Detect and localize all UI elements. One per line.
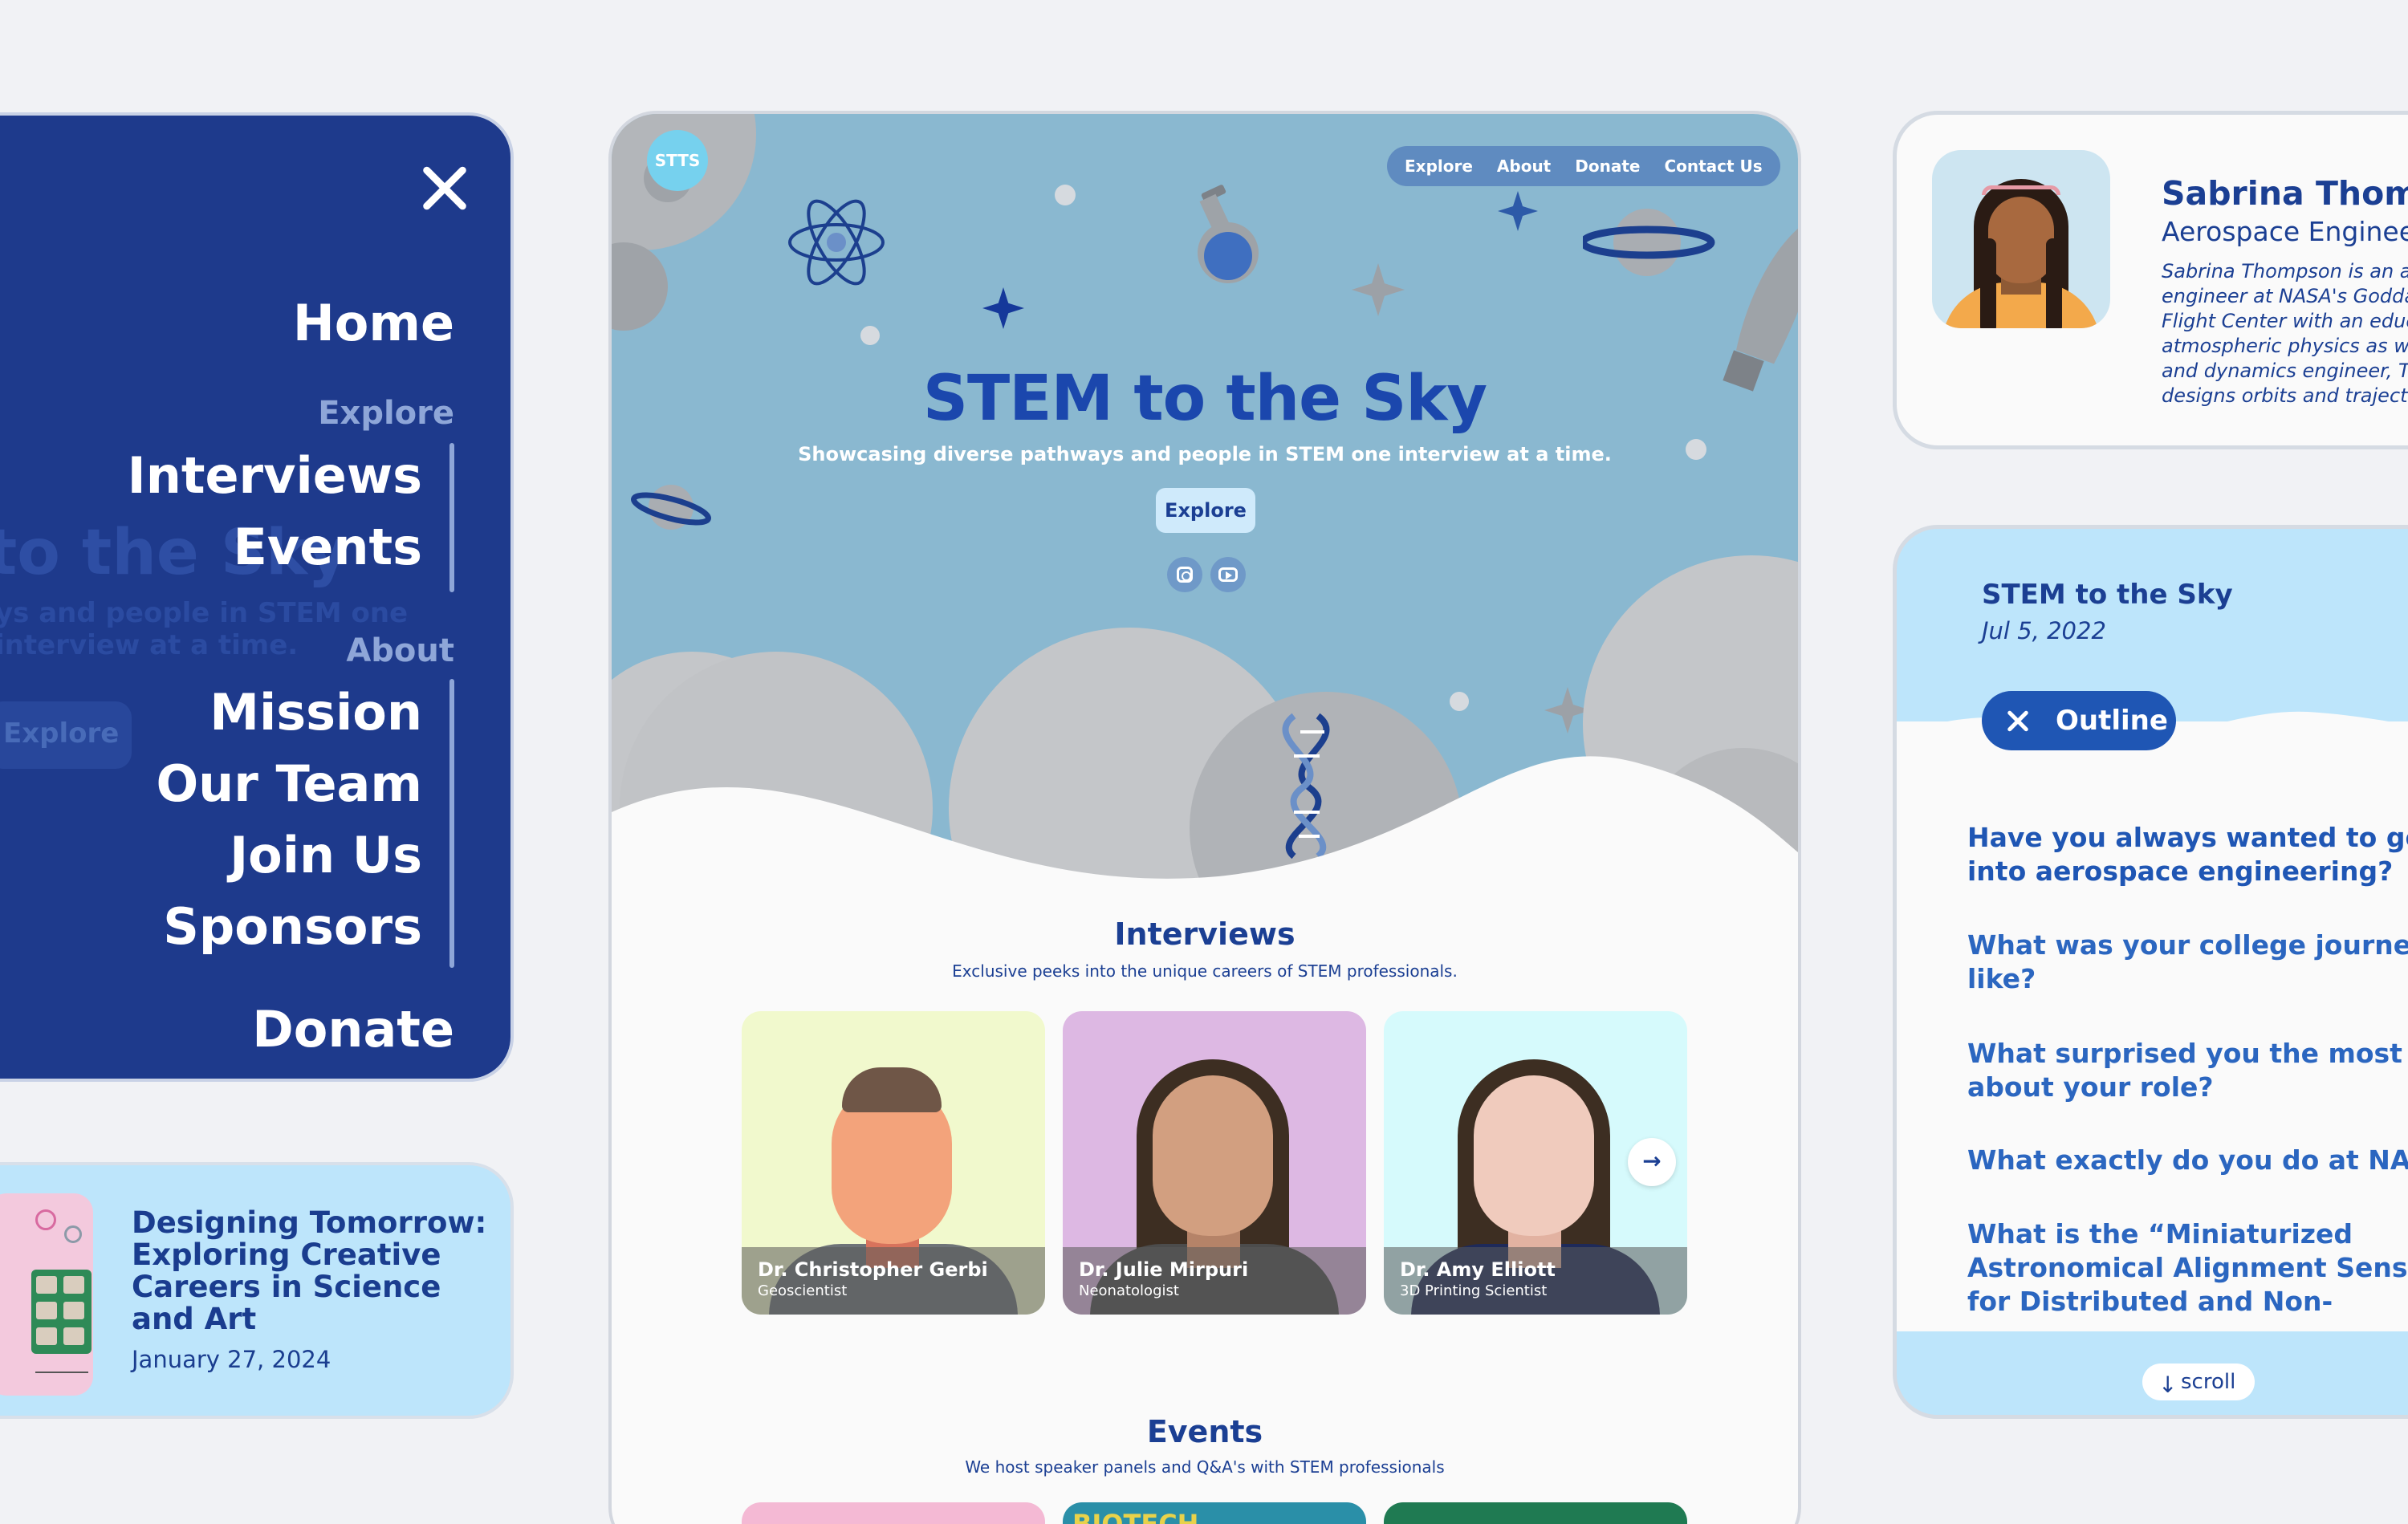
topnav-donate[interactable]: Donate [1575, 156, 1640, 176]
card-caption: Dr. Amy Elliott 3D Printing Scientist [1384, 1247, 1687, 1315]
bio-line: engineer at NASA's Goddard Space [2162, 285, 2408, 307]
hero-wave [612, 756, 1798, 916]
outline-date: Jul 5, 2022 [1982, 617, 2106, 644]
sparkle-icon [1352, 263, 1405, 316]
outline-panel: STEM to the Sky Jul 5, 2022 Outline Have… [1893, 525, 2408, 1419]
site-preview: STTS Explore About Donate Contact Us STE… [608, 111, 1801, 1524]
event-strip[interactable]: BIOTECH [1063, 1502, 1366, 1524]
profile-card: Sabrina Thompson Aerospace Engineer Sabr… [1893, 111, 2408, 449]
nav-item-home[interactable]: Home [293, 294, 454, 352]
profile-name: Sabrina Thompson [2162, 174, 2408, 213]
instagram-icon[interactable] [1167, 557, 1202, 592]
profile-role: Aerospace Engineer [2162, 216, 2408, 247]
card-role: 3D Printing Scientist [1400, 1282, 1548, 1299]
avatar [1474, 1075, 1594, 1236]
avatar-face [1988, 197, 2054, 283]
arrow-right-icon[interactable]: → [1628, 1138, 1676, 1186]
hero-explore-button[interactable]: Explore [1156, 488, 1255, 533]
outline-question[interactable]: What is the “Miniaturized Astronomical A… [1967, 1217, 2408, 1319]
card-name: Dr. Julie Mirpuri [1079, 1258, 1249, 1281]
scroll-label: scroll [2181, 1370, 2236, 1394]
avatar-hair [842, 1067, 942, 1112]
flask-icon [1198, 185, 1259, 283]
saturn-icon [1583, 209, 1715, 276]
topnav-about[interactable]: About [1497, 156, 1551, 176]
outline-title: STEM to the Sky [1982, 579, 2233, 611]
nav-group-divider [449, 443, 454, 592]
interview-card[interactable]: Dr. Julie Mirpuri Neonatologist [1063, 1011, 1366, 1315]
youtube-icon[interactable] [1210, 557, 1246, 592]
atom-icon [788, 199, 885, 286]
star-dot [1055, 185, 1076, 205]
bio-line: Sabrina Thompson is an aerospace [2162, 260, 2408, 282]
avatar-hair [2046, 238, 2062, 328]
sparkle-icon [982, 287, 1024, 329]
site-logo[interactable]: STTS [647, 130, 708, 191]
card-role: Neonatologist [1079, 1282, 1179, 1299]
event-card[interactable]: Designing Tomorrow: Exploring Creative C… [0, 1162, 514, 1419]
star-dot [860, 326, 880, 345]
flower-icon [35, 1209, 56, 1230]
hint-button: Explore [0, 701, 132, 769]
nav-item-events[interactable]: Events [234, 518, 423, 576]
outline-question[interactable]: What was your college journey like? [1967, 929, 2408, 996]
interviews-title: Interviews [1114, 916, 1296, 952]
arrow-down-icon: ↓ [2158, 1372, 2178, 1398]
card-caption: Dr. Christopher Gerbi Geoscientist [742, 1247, 1045, 1315]
nav-item-sponsors[interactable]: Sponsors [163, 897, 422, 956]
nav-group-about[interactable]: About [346, 632, 454, 669]
avatar [1932, 150, 2110, 328]
interview-card[interactable]: Dr. Christopher Gerbi Geoscientist [742, 1011, 1045, 1315]
outline-toggle-button[interactable]: Outline [1982, 691, 2176, 750]
outline-question[interactable]: What surprised you the most about your r… [1967, 1037, 2408, 1104]
planet-icon [64, 1225, 82, 1243]
top-nav: Explore About Donate Contact Us [1387, 146, 1780, 186]
bio-line: and dynamics engineer, Thompson [2162, 360, 2408, 382]
bio-line: designs orbits and trajectories [2162, 384, 2408, 407]
nav-menu-panel: to the Sky ys and people in STEM one int… [0, 112, 514, 1082]
outline-question[interactable]: Have you always wanted to go into aerosp… [1967, 821, 2408, 888]
scroll-button[interactable]: ↓ scroll [2142, 1363, 2255, 1400]
nav-item-our-team[interactable]: Our Team [156, 754, 422, 813]
profile-bio: Sabrina Thompson is an aerospace enginee… [2162, 259, 2408, 408]
card-name: Dr. Christopher Gerbi [758, 1258, 988, 1281]
event-title[interactable]: Designing Tomorrow: Exploring Creative C… [132, 1207, 493, 1335]
event-strip[interactable] [742, 1502, 1045, 1524]
video-call-screenshot [31, 1270, 92, 1354]
nav-group-divider [449, 679, 454, 968]
card-name: Dr. Amy Elliott [1400, 1258, 1556, 1281]
topnav-explore[interactable]: Explore [1405, 156, 1473, 176]
card-role: Geoscientist [758, 1282, 848, 1299]
close-icon [2004, 707, 2032, 734]
bio-line: Flight Center with an education in [2162, 310, 2408, 332]
star-dot [1450, 692, 1469, 711]
nav-item-mission[interactable]: Mission [209, 683, 422, 742]
hero-section: STTS Explore About Donate Contact Us STE… [612, 114, 1798, 916]
divider [35, 1372, 88, 1373]
events-subtitle: We host speaker panels and Q&A's with ST… [965, 1457, 1445, 1477]
hero-subtitle: Showcasing diverse pathways and people i… [798, 443, 1612, 465]
saturn-icon [631, 485, 711, 530]
nav-item-donate[interactable]: Donate [252, 1000, 454, 1059]
card-caption: Dr. Julie Mirpuri Neonatologist [1063, 1247, 1366, 1315]
avatar [1153, 1075, 1273, 1236]
hero-title: STEM to the Sky [922, 363, 1487, 435]
event-date: January 27, 2024 [132, 1346, 332, 1373]
bio-line: atmospheric physics as well. As a flight [2162, 335, 2408, 357]
topnav-contact[interactable]: Contact Us [1664, 156, 1762, 176]
nav-item-interviews[interactable]: Interviews [128, 446, 422, 505]
headband [1982, 185, 2060, 195]
event-thumbnail [0, 1193, 93, 1396]
outline-question[interactable]: What exactly do you do at NASA? [1967, 1144, 2408, 1177]
outline-button-label: Outline [2056, 705, 2168, 737]
interviews-subtitle: Exclusive peeks into the unique careers … [952, 961, 1458, 981]
crater [612, 242, 668, 331]
sparkle-icon [1498, 191, 1538, 231]
event-strip[interactable] [1384, 1502, 1687, 1524]
events-title: Events [1146, 1414, 1263, 1449]
close-icon[interactable] [413, 156, 477, 220]
nav-group-explore[interactable]: Explore [318, 395, 454, 432]
nav-item-join-us[interactable]: Join Us [230, 826, 422, 884]
avatar-hair [1980, 238, 1996, 328]
